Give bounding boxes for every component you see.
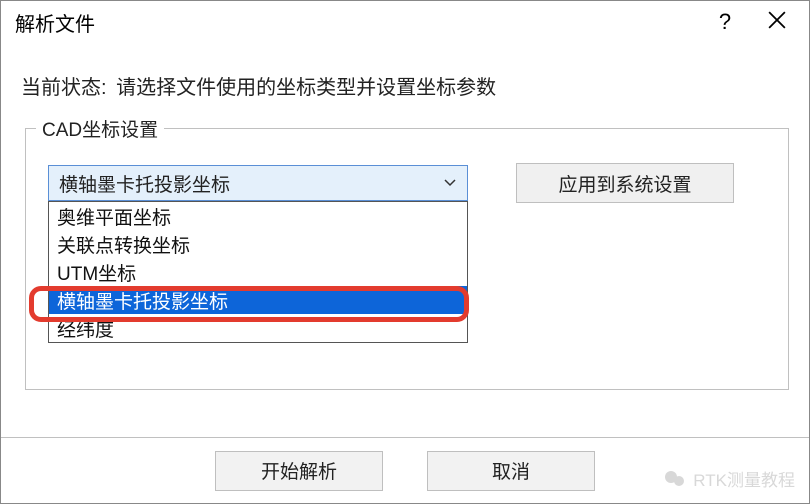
settings-row: 横轴墨卡托投影坐标 奥维平面坐标 关联点转换坐标 UTM坐标 横轴墨卡托投影坐标… — [48, 163, 766, 203]
close-button[interactable] — [755, 1, 799, 43]
dropdown-option[interactable]: 奥维平面坐标 — [49, 202, 467, 230]
dropdown-option[interactable]: 关联点转换坐标 — [49, 230, 467, 258]
chevron-down-icon — [443, 176, 457, 190]
titlebar: 解析文件 ? — [1, 1, 809, 43]
help-icon: ? — [719, 9, 731, 35]
coord-type-combo-wrapper: 横轴墨卡托投影坐标 奥维平面坐标 关联点转换坐标 UTM坐标 横轴墨卡托投影坐标… — [48, 165, 468, 201]
dropdown-option[interactable]: 经纬度 — [49, 314, 467, 342]
cancel-button[interactable]: 取消 — [427, 451, 595, 491]
dropdown-option-selected[interactable]: 横轴墨卡托投影坐标 — [49, 286, 467, 314]
window-title: 解析文件 — [15, 8, 703, 37]
wechat-icon — [663, 467, 687, 491]
coord-type-dropdown: 奥维平面坐标 关联点转换坐标 UTM坐标 横轴墨卡托投影坐标 经纬度 — [48, 201, 468, 343]
dropdown-option[interactable]: UTM坐标 — [49, 258, 467, 286]
cad-settings-group: CAD坐标设置 横轴墨卡托投影坐标 奥维平面坐标 关联点转换坐标 UTM坐标 横… — [25, 128, 789, 390]
coord-type-combo[interactable]: 横轴墨卡托投影坐标 — [48, 165, 468, 201]
watermark-text: RTK测量教程 — [693, 466, 795, 491]
close-icon — [768, 9, 786, 35]
apply-to-system-button[interactable]: 应用到系统设置 — [516, 163, 734, 203]
status-text: 请选择文件使用的坐标类型并设置坐标参数 — [116, 77, 496, 99]
start-parse-button[interactable]: 开始解析 — [215, 451, 383, 491]
group-title: CAD坐标设置 — [36, 115, 164, 142]
watermark: RTK测量教程 — [663, 466, 795, 491]
status-line: 当前状态: 请选择文件使用的坐标类型并设置坐标参数 — [1, 43, 809, 118]
combo-selected-value: 横轴墨卡托投影坐标 — [59, 170, 443, 197]
status-label: 当前状态: — [21, 77, 107, 99]
help-button[interactable]: ? — [703, 1, 747, 43]
